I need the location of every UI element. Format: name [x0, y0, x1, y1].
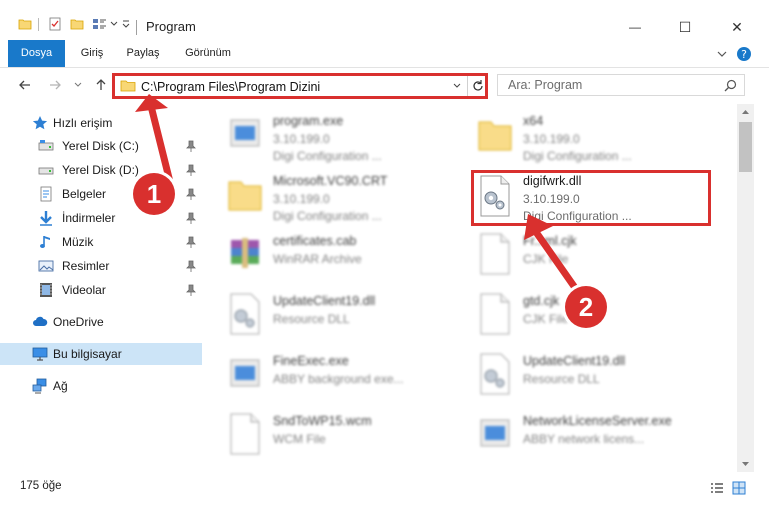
- callout-arrows: [135, 94, 582, 296]
- callout-badge-1: 1: [133, 173, 175, 215]
- callout-badge-2: 2: [565, 286, 607, 328]
